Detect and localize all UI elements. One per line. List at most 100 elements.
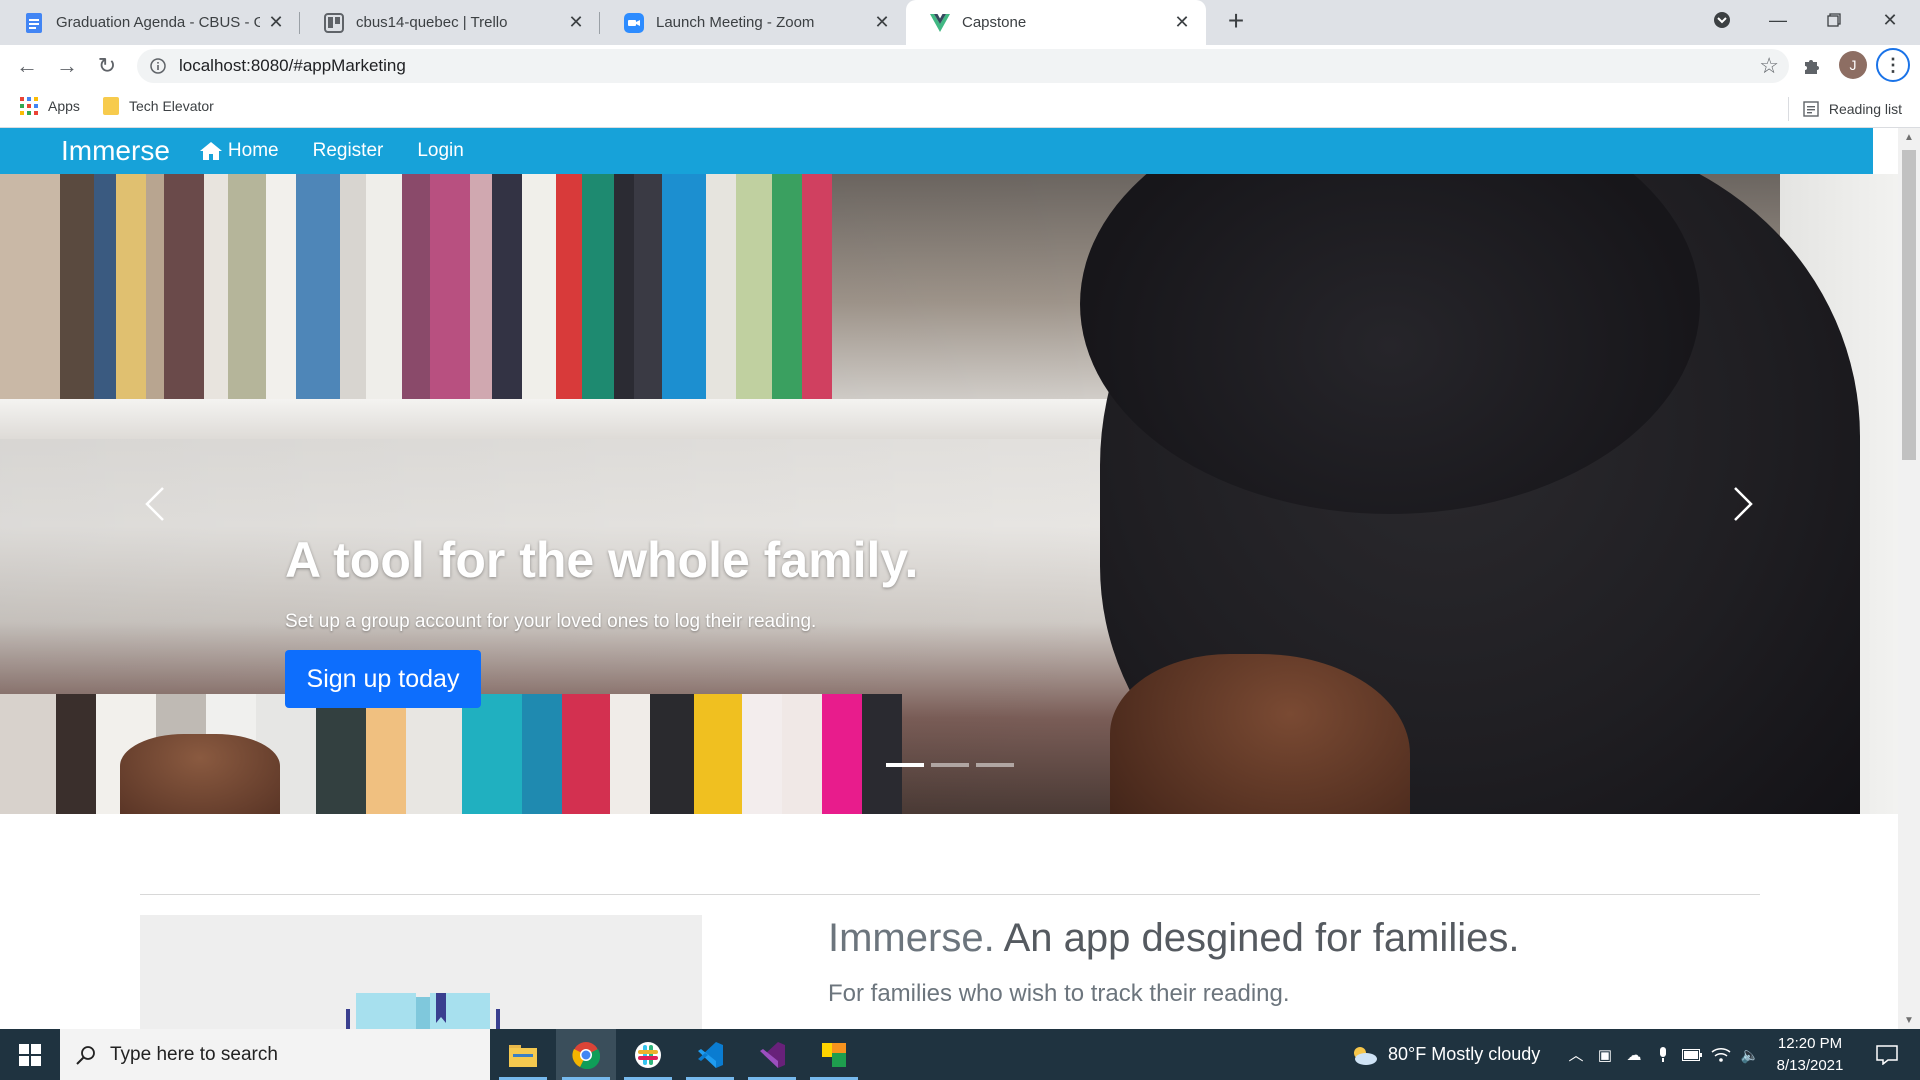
close-icon[interactable]: ✕ [266, 12, 286, 33]
clock-time: 12:20 PM [1777, 1035, 1843, 1052]
brand-logo[interactable]: Immerse [61, 135, 170, 167]
shelf-board [0, 399, 1200, 439]
browser-menu-icon[interactable]: ⋮ [1876, 48, 1910, 82]
reading-list-label: Reading list [1828, 101, 1902, 117]
new-tab-button[interactable]: + [1220, 6, 1252, 38]
cloudy-weather-icon [1350, 1044, 1378, 1066]
feature-heading: Immerse. An app desgined for families. [828, 916, 1519, 961]
close-icon[interactable]: ✕ [872, 12, 892, 33]
windows-start-icon[interactable] [0, 1029, 60, 1080]
vue-icon [930, 13, 950, 33]
nav-home-label: Home [227, 140, 279, 161]
meet-now-icon[interactable]: ▣ [1591, 1029, 1619, 1080]
carousel-indicator-3[interactable] [976, 763, 1014, 767]
reading-list-button[interactable]: Reading list [1787, 97, 1902, 121]
sticky-app-icon[interactable] [804, 1029, 864, 1080]
weather-text: 80°F Mostly cloudy [1388, 1044, 1541, 1064]
hero-subtitle: Set up a group account for your loved on… [285, 611, 817, 632]
slack-icon[interactable] [618, 1029, 678, 1080]
clock-date: 8/13/2021 [1776, 1057, 1844, 1074]
tab-capstone[interactable]: Capstone ✕ [906, 0, 1206, 45]
search-icon [76, 1045, 96, 1065]
battery-icon[interactable] [1678, 1029, 1706, 1080]
carousel-caption: A tool for the whole family. Set up a gr… [285, 531, 985, 633]
volume-icon[interactable]: 🔈 [1736, 1029, 1764, 1080]
extensions-puzzle-icon[interactable] [1797, 51, 1827, 81]
system-clock[interactable]: 12:20 PM 8/13/2021 [1770, 1033, 1850, 1077]
tab-graduation-agenda[interactable]: Graduation Agenda - CBUS - Goo ✕ [0, 0, 300, 45]
carousel-indicators [886, 763, 1021, 767]
microphone-icon[interactable] [1649, 1029, 1677, 1080]
url-text: localhost:8080/#appMarketing [179, 56, 406, 75]
chrome-icon[interactable] [556, 1029, 616, 1080]
carousel-prev-icon[interactable] [125, 474, 185, 534]
window-close-icon[interactable]: ✕ [1862, 0, 1918, 40]
open-book-illustration [346, 993, 500, 1029]
google-docs-icon [24, 12, 44, 33]
tab-title: Launch Meeting - Zoom [656, 14, 815, 31]
reading-list-icon [1803, 101, 1819, 117]
taskbar-search-input[interactable]: Type here to search [60, 1029, 490, 1080]
wifi-icon[interactable] [1707, 1029, 1735, 1080]
zoom-icon [624, 12, 644, 33]
section-divider [140, 894, 1760, 895]
windows-taskbar: Type here to search 80°F Mostly cloudy ︿… [0, 1029, 1920, 1080]
scrollbar-thumb[interactable] [1902, 150, 1916, 460]
reload-icon[interactable]: ↻ [90, 49, 124, 83]
bookmark-star-icon[interactable]: ☆ [1759, 53, 1779, 79]
notification-center-icon[interactable] [1862, 1029, 1912, 1080]
divider [1787, 97, 1789, 121]
nav-home[interactable]: Home [199, 140, 279, 162]
tab-zoom[interactable]: Launch Meeting - Zoom ✕ [600, 0, 906, 45]
bookmark-label: Apps [48, 98, 80, 114]
restore-icon[interactable] [1806, 0, 1862, 40]
close-icon[interactable]: ✕ [1172, 12, 1192, 33]
tab-trello[interactable]: cbus14-quebec | Trello ✕ [300, 0, 600, 45]
sign-up-button[interactable]: Sign up today [285, 650, 481, 708]
bookmark-apps[interactable]: Apps [20, 97, 80, 115]
forward-icon[interactable]: → [50, 49, 84, 83]
carousel-next-icon[interactable] [1713, 474, 1773, 534]
weather-widget[interactable]: 80°F Mostly cloudy [1350, 1029, 1540, 1080]
page-scrollbar[interactable]: ▲ ▼ [1898, 128, 1920, 1029]
carousel-indicator-2[interactable] [931, 763, 969, 767]
carousel-indicator-1[interactable] [886, 763, 924, 767]
close-icon[interactable]: ✕ [566, 12, 586, 33]
scroll-up-icon[interactable]: ▲ [1898, 128, 1920, 146]
hero-carousel: A tool for the whole family. Set up a gr… [0, 174, 1898, 814]
hand-image [120, 734, 280, 814]
back-icon[interactable]: ← [10, 49, 44, 83]
bookmark-tech-elevator[interactable]: Tech Elevator [103, 97, 214, 115]
tab-search-icon[interactable] [1694, 0, 1750, 40]
browser-tab-strip: Graduation Agenda - CBUS - Goo ✕ cbus14-… [0, 0, 1920, 45]
vscode-icon[interactable] [680, 1029, 740, 1080]
apps-grid-icon [20, 97, 38, 115]
chevron-up-icon[interactable]: ︿ [1562, 1029, 1590, 1080]
search-placeholder: Type here to search [110, 1043, 278, 1065]
browser-toolbar: ← → ↻ localhost:8080/#appMarketing ☆ [0, 45, 1920, 87]
visual-studio-icon[interactable] [742, 1029, 802, 1080]
tab-title: Graduation Agenda - CBUS - Goo [56, 14, 260, 31]
tab-title: Capstone [962, 14, 1027, 31]
file-explorer-icon[interactable] [493, 1029, 553, 1080]
app-navbar: Immerse Home Register Login [0, 128, 1873, 174]
profile-avatar[interactable]: J [1839, 51, 1867, 79]
hero-title: A tool for the whole family. [285, 532, 919, 588]
nav-register[interactable]: Register [313, 140, 384, 162]
trello-icon [324, 12, 344, 33]
address-bar[interactable]: localhost:8080/#appMarketing ☆ [137, 49, 1789, 83]
scroll-down-icon[interactable]: ▼ [1898, 1011, 1920, 1029]
hero-bookshelf-image [0, 174, 1200, 399]
bookmarks-bar: Apps Tech Elevator Reading list [0, 87, 1920, 128]
site-info-icon[interactable] [141, 49, 175, 83]
feature-heading-main: An app desgined for families. [1003, 916, 1520, 960]
feature-heading-brand: Immerse. [828, 916, 995, 960]
bookmark-label: Tech Elevator [129, 98, 214, 114]
minimize-icon[interactable]: — [1750, 0, 1806, 40]
nav-login[interactable]: Login [417, 140, 464, 162]
folder-icon [103, 97, 119, 115]
tab-title: cbus14-quebec | Trello [356, 14, 508, 31]
onedrive-cloud-icon[interactable]: ☁ [1620, 1029, 1648, 1080]
home-icon [199, 142, 222, 160]
feature-subheading: For families who wish to track their rea… [828, 980, 1290, 1007]
